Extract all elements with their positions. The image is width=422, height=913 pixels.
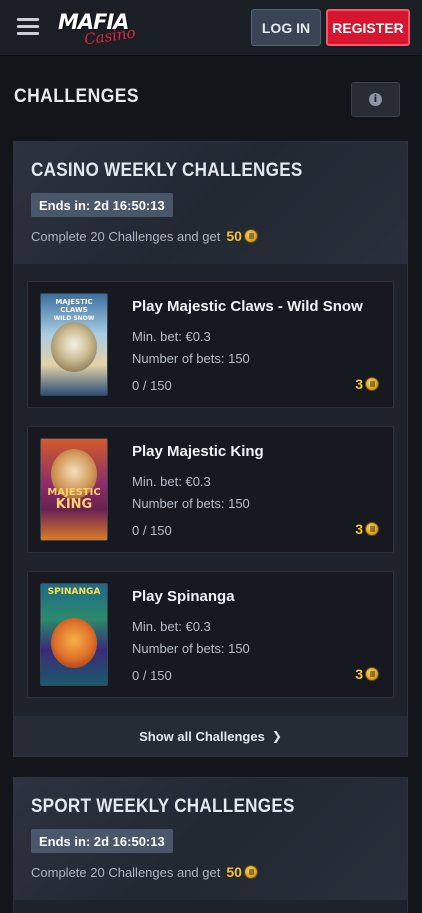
tiger-art [51, 618, 97, 668]
challenge-min-bet: Min. bet: €0.3 [132, 619, 211, 634]
sport-reward-value: 50 [226, 864, 242, 880]
page-title: CHALLENGES [14, 86, 140, 107]
chevron-right-icon: ❯ [271, 729, 282, 743]
challenge-title: Play Majestic King [132, 443, 264, 460]
game-thumbnail[interactable]: MAJESTIC KING [40, 438, 108, 541]
sport-challenges-panel: SPORT WEEKLY CHALLENGES Ends in: 2d 16:5… [13, 777, 408, 913]
challenge-card[interactable]: MAJESTIC KING Play Majestic King Min. be… [27, 426, 394, 553]
challenge-reward-value: 3 [355, 376, 363, 392]
casino-challenges-panel: CASINO WEEKLY CHALLENGES Ends in: 2d 16:… [13, 141, 408, 757]
thumbnail-title: MAJESTIC CLAWS WILD SNOW [53, 298, 95, 322]
thumbnail-title: SPINANGA [47, 587, 101, 597]
challenge-reward: 3 [355, 521, 379, 537]
game-thumbnail[interactable]: SPINANGA [40, 583, 108, 686]
sport-challenges-title: SPORT WEEKLY CHALLENGES [31, 796, 295, 817]
tiger-art [51, 322, 97, 372]
challenge-progress: 0 / 150 [132, 668, 172, 683]
challenge-title: Play Spinanga [132, 588, 235, 605]
coin-icon [365, 522, 379, 536]
coin-icon [243, 229, 258, 243]
sport-ends-badge: Ends in: 2d 16:50:13 [31, 829, 173, 853]
challenge-reward: 3 [355, 666, 379, 682]
show-all-label: Show all Challenges [139, 728, 265, 744]
casino-complete-line: Complete 20 Challenges and get 50 [31, 228, 258, 244]
challenge-reward: 3 [355, 376, 379, 392]
challenge-min-bet: Min. bet: €0.3 [132, 474, 211, 489]
challenge-reward-value: 3 [355, 521, 363, 537]
casino-ends-badge: Ends in: 2d 16:50:13 [31, 193, 173, 217]
casino-challenges-header: CASINO WEEKLY CHALLENGES Ends in: 2d 16:… [14, 142, 407, 264]
challenge-number-of-bets: Number of bets: 150 [132, 641, 250, 656]
challenge-min-bet: Min. bet: €0.3 [132, 329, 211, 344]
game-thumbnail[interactable]: MAJESTIC CLAWS WILD SNOW [40, 293, 108, 396]
login-button[interactable]: LOG IN [251, 9, 321, 46]
sport-challenges-header: SPORT WEEKLY CHALLENGES Ends in: 2d 16:5… [14, 778, 407, 900]
challenge-card[interactable]: MAJESTIC CLAWS WILD SNOW Play Majestic C… [27, 281, 394, 408]
casino-challenges-title: CASINO WEEKLY CHALLENGES [31, 160, 303, 181]
challenge-reward-value: 3 [355, 666, 363, 682]
info-icon: i [369, 93, 382, 106]
coin-icon [365, 667, 379, 681]
register-button[interactable]: REGISTER [326, 9, 410, 46]
thumbnail-title: MAJESTIC KING [47, 487, 101, 512]
casino-reward-value: 50 [226, 228, 242, 244]
casino-complete-text: Complete 20 Challenges and get [31, 228, 221, 244]
menu-icon[interactable] [17, 18, 39, 36]
top-bar: MAFIA Casino LOG IN REGISTER [0, 0, 422, 56]
challenge-number-of-bets: Number of bets: 150 [132, 496, 250, 511]
coin-icon [365, 377, 379, 391]
challenge-progress: 0 / 150 [132, 523, 172, 538]
challenge-progress: 0 / 150 [132, 378, 172, 393]
challenge-title: Play Majestic Claws - Wild Snow [132, 298, 363, 315]
challenge-card[interactable]: SPINANGA Play Spinanga Min. bet: €0.3 Nu… [27, 571, 394, 698]
info-button[interactable]: i [351, 82, 400, 117]
coin-icon [243, 865, 258, 879]
challenge-number-of-bets: Number of bets: 150 [132, 351, 250, 366]
logo[interactable]: MAFIA Casino [58, 10, 140, 49]
sport-complete-line: Complete 20 Challenges and get 50 [31, 864, 258, 880]
show-all-challenges-button[interactable]: Show all Challenges ❯ [14, 716, 407, 756]
sport-complete-text: Complete 20 Challenges and get [31, 864, 221, 880]
